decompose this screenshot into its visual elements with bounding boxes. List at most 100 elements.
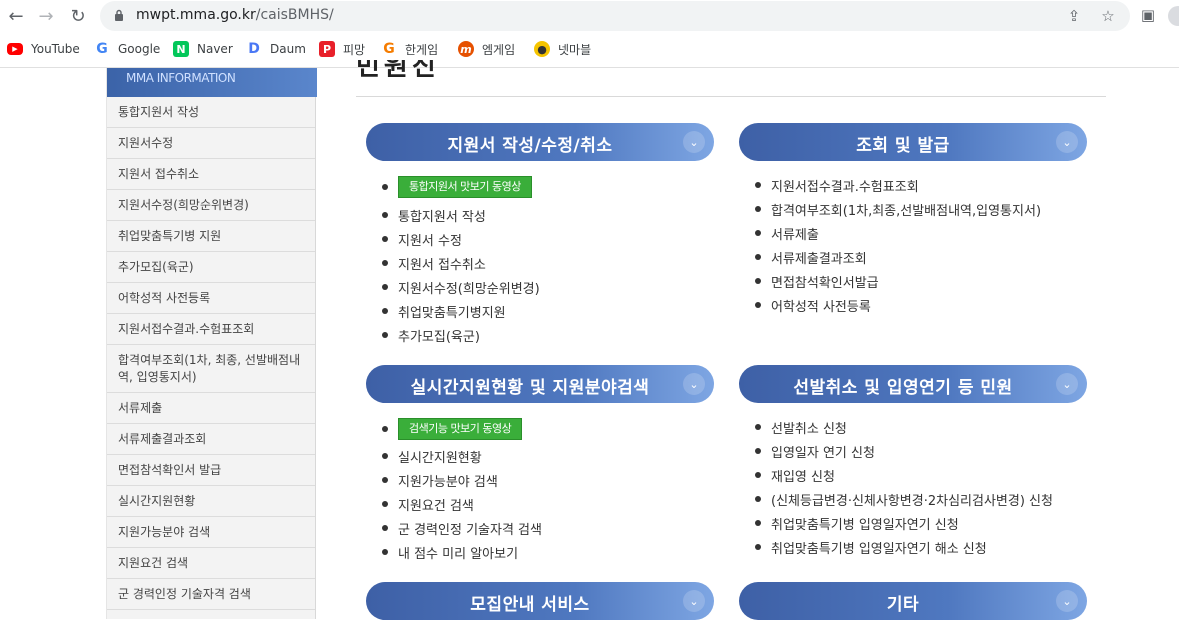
- list-item[interactable]: 취업맞춤특기병지원: [366, 300, 506, 322]
- list-item[interactable]: 지원서 수정: [366, 228, 462, 250]
- list-item-label[interactable]: 군 경력인정 기술자격 검색: [398, 519, 542, 538]
- chevron-down-icon[interactable]: ⌄: [1056, 373, 1078, 395]
- list-item-label[interactable]: 선발취소 신청: [771, 418, 847, 437]
- list-item[interactable]: 군 경력인정 기술자격 검색: [366, 517, 542, 539]
- chevron-down-icon[interactable]: ⌄: [683, 590, 705, 612]
- bookmark-youtube[interactable]: ▶ YouTube: [7, 39, 80, 59]
- sidebar-item[interactable]: 군 경력인정 기술자격 검색: [107, 579, 315, 610]
- list-item[interactable]: 면접참석확인서발급: [739, 270, 879, 292]
- sidebar-item[interactable]: 서류제출: [107, 393, 315, 424]
- bullet-icon: [382, 426, 388, 432]
- sidebar-item[interactable]: 추가모집(육군): [107, 252, 315, 283]
- list-item[interactable]: 서류제출: [739, 222, 819, 244]
- sidebar-item[interactable]: 지원서 접수취소: [107, 159, 315, 190]
- list-item[interactable]: 지원서접수결과.수험표조회: [739, 174, 919, 196]
- bookmark-netmarble[interactable]: ● 넷마블: [534, 39, 591, 59]
- list-item[interactable]: 통합지원서 작성: [366, 204, 486, 226]
- chevron-down-icon[interactable]: ⌄: [1056, 590, 1078, 612]
- list-item-label[interactable]: 지원서 수정: [398, 230, 462, 249]
- list-item[interactable]: (신체등급변경·신체사항변경·2차심리검사변경) 신청: [739, 488, 1053, 510]
- sidebar-item[interactable]: 면접참석확인서 발급: [107, 455, 315, 486]
- list-item[interactable]: 합격여부조회(1차,최종,선발배점내역,입영통지서): [739, 198, 1041, 220]
- list-item[interactable]: 어학성적 사전등록: [739, 294, 871, 316]
- bookmark-mgame[interactable]: m 엠게임: [458, 39, 515, 59]
- page-title: 민원신청: [356, 60, 446, 80]
- bullet-icon: [382, 308, 388, 314]
- bullet-icon: [755, 254, 761, 260]
- chevron-down-icon[interactable]: ⌄: [683, 373, 705, 395]
- youtube-icon: ▶: [7, 43, 23, 55]
- list-item-label[interactable]: 통합지원서 작성: [398, 206, 486, 225]
- list-item-label[interactable]: 서류제출결과조회: [771, 248, 867, 267]
- bookmark-daum[interactable]: D Daum: [246, 39, 306, 59]
- sidebar-item[interactable]: 서류제출결과조회: [107, 424, 315, 455]
- list-item[interactable]: 지원서수정(희망순위변경): [366, 276, 540, 298]
- list-item: 통합지원서 맛보기 동영상: [366, 176, 532, 198]
- sidebar-item[interactable]: 통합지원서 작성: [107, 97, 315, 128]
- list-item-label[interactable]: 면접참석확인서발급: [771, 272, 879, 291]
- list-item-label[interactable]: 합격여부조회(1차,최종,선발배점내역,입영통지서): [771, 200, 1041, 219]
- sidebar-item[interactable]: 지원요건 검색: [107, 548, 315, 579]
- list-item[interactable]: 추가모집(육군): [366, 324, 480, 346]
- section-header-inquiry[interactable]: 조회 및 발급 ⌄: [739, 123, 1087, 161]
- bullet-icon: [382, 453, 388, 459]
- list-item-label[interactable]: 지원서 접수취소: [398, 254, 486, 273]
- list-item-label[interactable]: 실시간지원현황: [398, 447, 482, 466]
- forward-icon[interactable]: →: [34, 4, 58, 28]
- list-item[interactable]: 재입영 신청: [739, 464, 835, 486]
- list-item-label[interactable]: 지원가능분야 검색: [398, 471, 498, 490]
- sidebar-item[interactable]: 합격여부조회(1차, 최종, 선발배점내역, 입영통지서): [107, 345, 315, 393]
- video-preview-button[interactable]: 통합지원서 맛보기 동영상: [398, 176, 532, 198]
- list-item-label[interactable]: 취업맞춤특기병 입영일자연기 해소 신청: [771, 538, 987, 557]
- sidebar-item[interactable]: 지원서접수결과.수험표조회: [107, 314, 315, 345]
- bookmark-pmang[interactable]: P 피망: [319, 39, 365, 59]
- list-item[interactable]: 서류제출결과조회: [739, 246, 867, 268]
- list-item-label[interactable]: 취업맞춤특기병지원: [398, 302, 506, 321]
- list-item-label[interactable]: 지원요건 검색: [398, 495, 474, 514]
- list-item[interactable]: 지원서 접수취소: [366, 252, 486, 274]
- list-item-label[interactable]: 입영일자 연기 신청: [771, 442, 875, 461]
- list-item-label[interactable]: 서류제출: [771, 224, 819, 243]
- video-preview-button[interactable]: 검색기능 맛보기 동영상: [398, 418, 523, 440]
- list-item[interactable]: 지원가능분야 검색: [366, 469, 498, 491]
- sidebar-item[interactable]: 지원서수정(희망순위변경): [107, 190, 315, 221]
- list-item[interactable]: 취업맞춤특기병 입영일자연기 해소 신청: [739, 536, 987, 558]
- list-item[interactable]: 선발취소 신청: [739, 416, 847, 438]
- bookmark-star-icon[interactable]: ☆: [1098, 6, 1118, 26]
- bookmark-hangame[interactable]: G 한게임: [381, 39, 438, 59]
- sidebar-item[interactable]: 취업맞춤특기병 지원: [107, 221, 315, 252]
- list-item-label[interactable]: (신체등급변경·신체사항변경·2차심리검사변경) 신청: [771, 490, 1053, 509]
- list-item[interactable]: 내 점수 미리 알아보기: [366, 541, 518, 563]
- bookmark-naver[interactable]: N Naver: [173, 39, 233, 59]
- list-item[interactable]: 입영일자 연기 신청: [739, 440, 875, 462]
- list-item-label[interactable]: 추가모집(육군): [398, 326, 480, 345]
- bookmark-google[interactable]: G Google: [94, 39, 160, 59]
- section-header-civil[interactable]: 선발취소 및 입영연기 등 민원 ⌄: [739, 365, 1087, 403]
- reload-icon[interactable]: ↻: [66, 4, 90, 28]
- sidebar-item[interactable]: 지원서수정: [107, 128, 315, 159]
- share-icon[interactable]: ⇪: [1064, 6, 1084, 26]
- chevron-down-icon[interactable]: ⌄: [683, 131, 705, 153]
- list-item[interactable]: 지원요건 검색: [366, 493, 474, 515]
- list-item-label[interactable]: 지원서수정(희망순위변경): [398, 278, 540, 297]
- list-item-label[interactable]: 취업맞춤특기병 입영일자연기 신청: [771, 514, 959, 533]
- back-icon[interactable]: ←: [4, 4, 28, 28]
- sidebar-item[interactable]: 어학성적 사전등록: [107, 283, 315, 314]
- sidebar-item[interactable]: 실시간지원현황: [107, 486, 315, 517]
- section-header-etc[interactable]: 기타 ⌄: [739, 582, 1087, 620]
- list-item-label[interactable]: 어학성적 사전등록: [771, 296, 871, 315]
- section-header-recruit-info[interactable]: 모집안내 서비스 ⌄: [366, 582, 714, 620]
- list-item-label[interactable]: 내 점수 미리 알아보기: [398, 543, 518, 562]
- sidebar-item[interactable]: 지원가능분야 검색: [107, 517, 315, 548]
- side-panel-icon[interactable]: ▣: [1138, 5, 1158, 25]
- list-item[interactable]: 취업맞춤특기병 입영일자연기 신청: [739, 512, 959, 534]
- chevron-down-icon[interactable]: ⌄: [1056, 131, 1078, 153]
- profile-avatar[interactable]: [1168, 6, 1179, 26]
- section-header-realtime[interactable]: 실시간지원현황 및 지원분야검색 ⌄: [366, 365, 714, 403]
- list-item-label[interactable]: 지원서접수결과.수험표조회: [771, 176, 919, 195]
- bullet-icon: [755, 544, 761, 550]
- list-item[interactable]: 실시간지원현황: [366, 445, 482, 467]
- section-header-apply[interactable]: 지원서 작성/수정/취소 ⌄: [366, 123, 714, 161]
- list-item-label[interactable]: 재입영 신청: [771, 466, 835, 485]
- address-bar[interactable]: mwpt.mma.go.kr/caisBMHS/ ⇪ ☆: [100, 1, 1130, 31]
